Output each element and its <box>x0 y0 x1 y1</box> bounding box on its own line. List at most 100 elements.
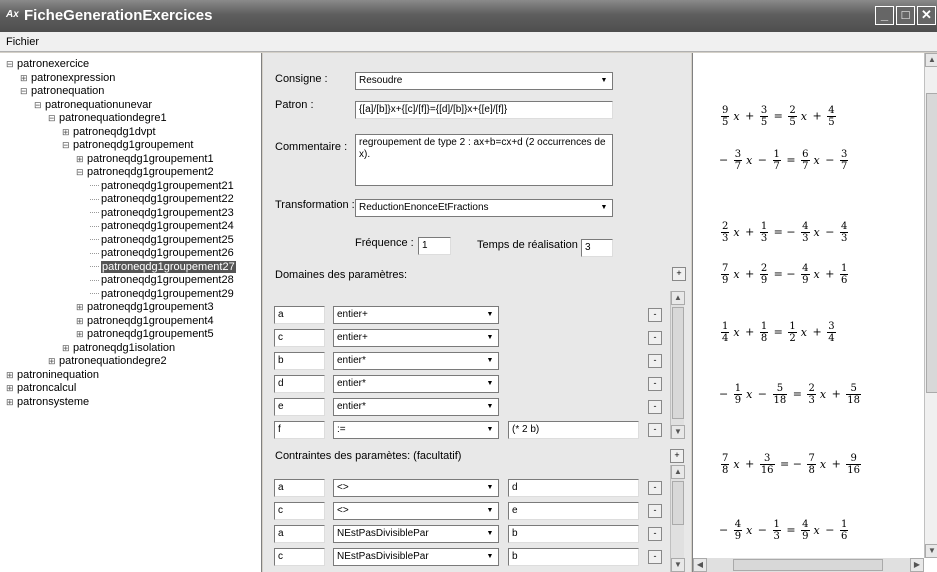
expand-icon[interactable]: ⊞ <box>20 71 28 85</box>
commentaire-textarea[interactable]: regroupement de type 2 : ax+b=cx+d (2 oc… <box>355 134 613 186</box>
contrainte-operator-select[interactable]: NEstPasDivisiblePar ▼ <box>333 548 499 566</box>
remove-row-button[interactable]: - <box>648 423 662 437</box>
expand-icon[interactable]: ⊞ <box>76 314 84 328</box>
collapse-icon[interactable]: ⊟ <box>62 138 70 152</box>
scroll-thumb[interactable] <box>672 307 684 419</box>
contrainte-param-name[interactable]: c <box>274 502 325 520</box>
remove-row-button[interactable]: - <box>648 308 662 322</box>
domaine-operator-select[interactable]: entier* ▼ <box>333 398 499 416</box>
collapse-icon[interactable]: ⊟ <box>48 111 56 125</box>
domaine-param-name[interactable]: a <box>274 306 325 324</box>
maximize-button[interactable]: □ <box>896 6 915 25</box>
contrainte-operator-select[interactable]: <> ▼ <box>333 479 499 497</box>
preview-hscrollbar[interactable]: ◀ ▶ <box>693 558 924 572</box>
tree-node[interactable]: ⊟ patronequationunevar <box>34 98 152 112</box>
contrainte-value-input[interactable]: b <box>508 548 639 566</box>
domaine-param-name[interactable]: f <box>274 421 325 439</box>
domaine-param-name[interactable]: b <box>274 352 325 370</box>
consigne-select[interactable]: Resoudre ▼ <box>355 72 613 90</box>
preview-vscrollbar[interactable]: ▲ ▼ <box>924 53 937 558</box>
tree-node[interactable]: ⊞ patronequationdegre2 <box>48 354 167 368</box>
scroll-thumb[interactable] <box>926 93 937 393</box>
domaines-scrollbar[interactable]: ▲ ▼ <box>670 291 685 439</box>
tree-node[interactable]: ⊞ patronexpression <box>20 71 115 85</box>
contrainte-param-name[interactable]: a <box>274 525 325 543</box>
chevron-right-icon[interactable]: ▶ <box>910 558 924 572</box>
close-button[interactable]: ✕ <box>917 6 936 25</box>
domaine-operator-select[interactable]: := ▼ <box>333 421 499 439</box>
contraintes-scrollbar[interactable]: ▲ ▼ <box>670 465 685 572</box>
contrainte-value-input[interactable]: e <box>508 502 639 520</box>
scroll-thumb[interactable] <box>672 481 684 525</box>
contrainte-operator-select[interactable]: NEstPasDivisiblePar ▼ <box>333 525 499 543</box>
tree-node[interactable]: patroneqdg1groupement21 <box>90 179 234 193</box>
expand-icon[interactable]: ⊞ <box>76 300 84 314</box>
contrainte-operator-select[interactable]: <> ▼ <box>333 502 499 520</box>
tree-node[interactable]: patroneqdg1groupement23 <box>90 206 234 220</box>
expand-icon[interactable]: ⊞ <box>76 152 84 166</box>
tree-node[interactable]: ⊞ patroneqdg1groupement3 <box>76 300 214 314</box>
contrainte-param-name[interactable]: a <box>274 479 325 497</box>
remove-row-button[interactable]: - <box>648 481 662 495</box>
tree-node[interactable]: ⊞ patroneqdg1groupement4 <box>76 314 214 328</box>
domaine-operator-select[interactable]: entier+ ▼ <box>333 306 499 324</box>
transformation-select[interactable]: ReductionEnonceEtFractions ▼ <box>355 199 613 217</box>
collapse-icon[interactable]: ⊟ <box>6 57 14 71</box>
tree-node[interactable]: ⊟ patroneqdg1groupement <box>62 138 193 152</box>
domaine-value-input[interactable]: (* 2 b) <box>508 421 639 439</box>
expand-icon[interactable]: ⊞ <box>62 341 70 355</box>
minimize-button[interactable]: _ <box>875 6 894 25</box>
domaine-param-name[interactable]: c <box>274 329 325 347</box>
tree-node[interactable]: ⊟ patronequation <box>20 84 104 98</box>
expand-icon[interactable]: ⊞ <box>76 327 84 341</box>
collapse-icon[interactable]: ⊟ <box>34 98 42 112</box>
tree-node[interactable]: patroneqdg1groupement28 <box>90 273 234 287</box>
tree-node[interactable]: patroneqdg1groupement24 <box>90 219 234 233</box>
remove-row-button[interactable]: - <box>648 354 662 368</box>
tree-node[interactable]: ⊞ patroninequation <box>6 368 99 382</box>
chevron-down-icon[interactable]: ▼ <box>671 558 685 572</box>
chevron-down-icon[interactable]: ▼ <box>671 425 685 439</box>
tree-node[interactable]: ⊞ patroncalcul <box>6 381 76 395</box>
tree-node[interactable]: ⊟ patronequationdegre1 <box>48 111 167 125</box>
chevron-up-icon[interactable]: ▲ <box>925 53 937 67</box>
domaine-operator-select[interactable]: entier* ▼ <box>333 352 499 370</box>
tree-node[interactable]: ⊞ patroneqdg1groupement5 <box>76 327 214 341</box>
expand-icon[interactable]: ⊞ <box>6 368 14 382</box>
add-contrainte-button[interactable]: + <box>670 449 684 463</box>
remove-row-button[interactable]: - <box>648 400 662 414</box>
expand-icon[interactable]: ⊞ <box>48 354 56 368</box>
menu-fichier[interactable]: Fichier <box>6 36 39 48</box>
tree-node[interactable]: patroneqdg1groupement29 <box>90 287 234 301</box>
contrainte-param-name[interactable]: c <box>274 548 325 566</box>
tree-node[interactable]: ⊞ patroneqdg1dvpt <box>62 125 156 139</box>
remove-row-button[interactable]: - <box>648 527 662 541</box>
remove-row-button[interactable]: - <box>648 377 662 391</box>
tree-node[interactable]: patroneqdg1groupement22 <box>90 192 234 206</box>
domaine-operator-select[interactable]: entier+ ▼ <box>333 329 499 347</box>
tree-node[interactable]: ⊞ patronsysteme <box>6 395 89 409</box>
collapse-icon[interactable]: ⊟ <box>76 165 84 179</box>
tree-node[interactable]: patroneqdg1groupement26 <box>90 246 234 260</box>
frequence-input[interactable]: 1 <box>418 237 451 255</box>
tree-node[interactable]: patroneqdg1groupement25 <box>90 233 234 247</box>
expand-icon[interactable]: ⊞ <box>6 381 14 395</box>
remove-row-button[interactable]: - <box>648 331 662 345</box>
tree-node[interactable]: ⊟ patronexercice <box>6 57 89 71</box>
expand-icon[interactable]: ⊞ <box>62 125 70 139</box>
temps-input[interactable]: 3 <box>581 239 613 257</box>
chevron-down-icon[interactable]: ▼ <box>925 544 937 558</box>
expand-icon[interactable]: ⊞ <box>6 395 14 409</box>
collapse-icon[interactable]: ⊟ <box>20 84 28 98</box>
patron-input[interactable]: {[a]/[b]}x+{[c]/[f]}={[d]/[b]}x+{[e]/[f]… <box>355 101 613 119</box>
contrainte-value-input[interactable]: d <box>508 479 639 497</box>
remove-row-button[interactable]: - <box>648 550 662 564</box>
tree-node[interactable]: ⊟ patroneqdg1groupement2 <box>76 165 214 179</box>
add-domaine-button[interactable]: + <box>672 267 686 281</box>
remove-row-button[interactable]: - <box>648 504 662 518</box>
domaine-operator-select[interactable]: entier* ▼ <box>333 375 499 393</box>
chevron-left-icon[interactable]: ◀ <box>693 558 707 572</box>
scroll-thumb[interactable] <box>733 559 883 571</box>
chevron-up-icon[interactable]: ▲ <box>671 465 685 479</box>
domaine-param-name[interactable]: d <box>274 375 325 393</box>
